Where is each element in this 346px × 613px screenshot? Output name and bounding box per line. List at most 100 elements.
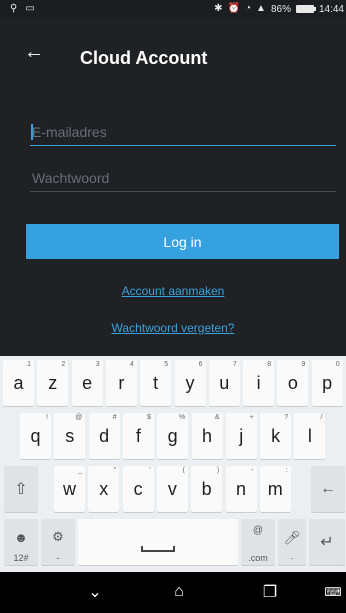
key-label: e: [82, 372, 93, 393]
key-x[interactable]: " x: [88, 466, 120, 512]
key-label: l: [307, 425, 312, 446]
enter-key[interactable]: ↵: [309, 519, 345, 565]
key-v[interactable]: (v: [156, 466, 188, 512]
key-p[interactable]: 0p: [311, 360, 343, 406]
email-field[interactable]: [30, 118, 336, 146]
key-hint: 4: [129, 361, 134, 368]
key-label: j: [239, 425, 244, 446]
recents-icon: ❐: [262, 584, 278, 601]
on-screen-keyboard: ☻ 12# ⚙ - @ .com 🎤︎ · ↵ ⇧ ← 1a2z3e4r5t6y…: [0, 356, 346, 572]
login-form: Log in Account aanmaken Wachtwoord verge…: [0, 84, 346, 356]
chevron-down-icon: ⌄: [88, 584, 102, 601]
forgot-password-link[interactable]: Wachtwoord vergeten?: [0, 321, 346, 335]
key-label: o: [287, 372, 298, 393]
key-label: s: [65, 425, 75, 446]
key-hint: 0: [335, 361, 340, 368]
key-hint: 3: [95, 361, 100, 368]
key-e[interactable]: 3e: [71, 360, 103, 406]
key-i[interactable]: 8i: [243, 360, 275, 406]
space-key[interactable]: [78, 519, 238, 565]
usb-icon: ⚲: [10, 3, 18, 14]
key-g[interactable]: % g: [157, 413, 189, 459]
key-j[interactable]: + j: [225, 413, 257, 459]
screenshot-icon: ▭: [25, 3, 35, 14]
login-button[interactable]: Log in: [26, 224, 339, 259]
backspace-icon: ←: [320, 480, 336, 497]
signal-icon: ▲: [256, 3, 266, 14]
key-hint: ": [113, 467, 117, 474]
key-label: f: [135, 425, 141, 446]
create-account-link[interactable]: Account aanmaken: [0, 284, 346, 298]
key-hint: ': [149, 467, 151, 474]
key-hint: $: [146, 414, 151, 421]
key-hint: 2: [61, 361, 66, 368]
nav-keyboard-button[interactable]: ⌨: [318, 580, 346, 604]
key-k[interactable]: ? k: [260, 413, 292, 459]
bluetooth-icon: ✱: [214, 3, 223, 14]
key-hint: ?: [284, 414, 289, 421]
comma-label: -: [56, 553, 60, 563]
key-n[interactable]: -n: [225, 466, 257, 512]
symbols-key[interactable]: ☻ 12#: [4, 519, 38, 565]
password-field[interactable]: [30, 164, 336, 192]
key-label: a: [13, 372, 24, 393]
key-r[interactable]: 4r: [105, 360, 137, 406]
at-label: @: [252, 525, 264, 536]
key-hint: 1: [27, 361, 31, 368]
key-label: u: [219, 372, 230, 393]
settings-key[interactable]: ⚙ -: [41, 519, 75, 565]
key-u[interactable]: 7u: [208, 360, 240, 406]
shift-key[interactable]: ⇧: [4, 466, 38, 512]
key-z[interactable]: 2z: [37, 360, 69, 406]
key-label: g: [167, 425, 178, 446]
key-label: t: [153, 372, 159, 393]
key-label: h: [201, 425, 212, 446]
dotcom-key[interactable]: @ .com: [241, 519, 275, 565]
key-f[interactable]: $ f: [122, 413, 154, 459]
key-hint: %: [178, 414, 186, 421]
key-d[interactable]: # d: [88, 413, 120, 459]
key-w[interactable]: _ w: [54, 466, 85, 512]
text-cursor: [31, 124, 33, 140]
key-label: z: [48, 372, 58, 393]
key-hint: (: [182, 467, 185, 474]
clock: 14:44: [318, 3, 344, 15]
symbols-key-label: 12#: [13, 553, 29, 563]
key-t[interactable]: 5t: [140, 360, 172, 406]
key-hint: ): [216, 467, 220, 474]
nav-recents-button[interactable]: ❐: [255, 580, 285, 604]
key-hint: 8: [267, 361, 272, 368]
nav-back-button[interactable]: ⌄: [80, 580, 110, 604]
key-q[interactable]: ! q: [20, 413, 51, 459]
key-l[interactable]: / l: [294, 413, 326, 459]
key-s[interactable]: @ s: [54, 413, 86, 459]
key-hint: /: [320, 414, 323, 421]
key-y[interactable]: 6y: [174, 360, 206, 406]
key-hint: -: [251, 467, 254, 474]
enter-icon: ↵: [320, 534, 334, 551]
key-b[interactable]: ) b: [191, 466, 223, 512]
key-h[interactable]: & h: [191, 413, 223, 459]
key-label: q: [30, 425, 41, 446]
key-c[interactable]: ' c: [122, 466, 154, 512]
key-a[interactable]: 1a: [3, 360, 34, 406]
nav-home-button[interactable]: ⌂: [164, 580, 194, 604]
key-label: c: [133, 478, 143, 499]
page-title: Cloud Account: [80, 48, 208, 68]
key-hint: _: [78, 467, 82, 474]
key-hint: !: [46, 414, 48, 421]
keyboard-icon: ⌨: [324, 585, 342, 599]
shift-icon: ⇧: [14, 481, 28, 498]
back-button[interactable]: ←: [24, 40, 58, 64]
key-label: p: [322, 372, 333, 393]
backspace-key[interactable]: ←: [311, 466, 345, 512]
key-hint: 9: [301, 361, 306, 368]
key-o[interactable]: 9o: [277, 360, 309, 406]
home-icon: ⌂: [174, 583, 184, 600]
key-hint: &: [214, 414, 220, 421]
mic-icon: 🎤︎: [283, 530, 301, 545]
mic-key[interactable]: 🎤︎ ·: [278, 519, 306, 565]
key-label: v: [167, 478, 177, 499]
battery-icon: [295, 5, 316, 13]
key-m[interactable]: :m: [259, 466, 291, 512]
